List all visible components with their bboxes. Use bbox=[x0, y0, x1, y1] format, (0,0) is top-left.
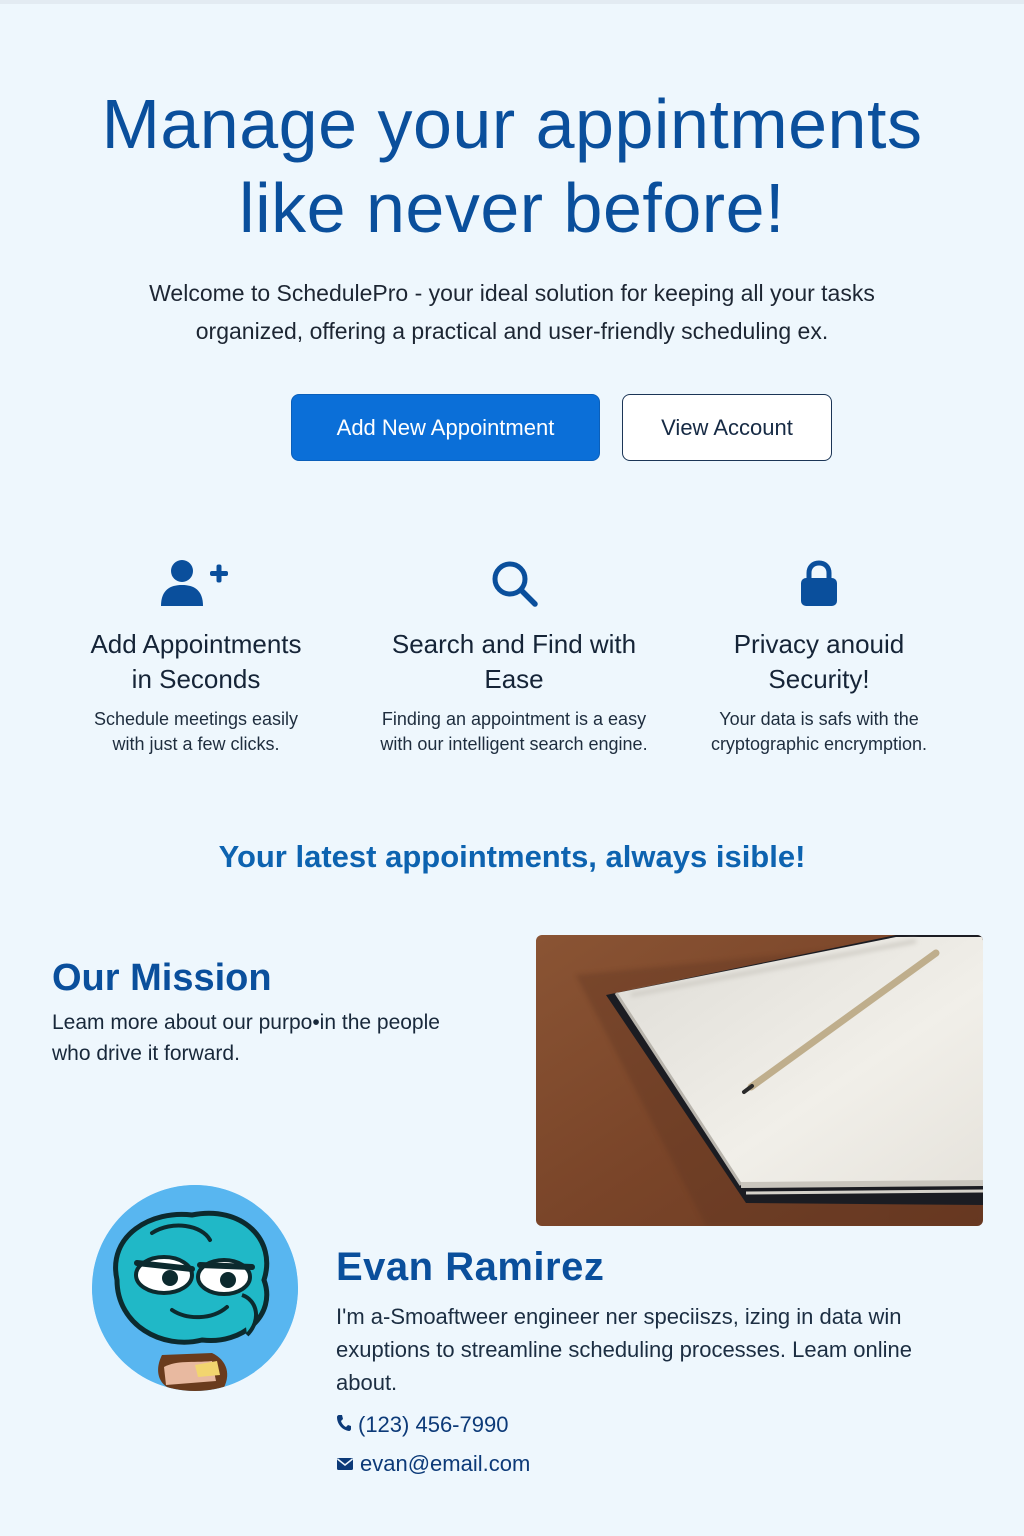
mission-text-line2: who drive it forward. bbox=[52, 1042, 240, 1065]
add-appointment-button[interactable]: Add New Appointment bbox=[291, 394, 600, 461]
phone-number: (123) 456-7990 bbox=[358, 1412, 509, 1437]
email-address: evan@email.com bbox=[360, 1451, 531, 1476]
avatar bbox=[92, 1185, 298, 1391]
hero-title: Manage your appintments like never befor… bbox=[0, 82, 1024, 250]
latest-appointments-heading: Your latest appointments, always isible! bbox=[218, 839, 806, 874]
user-plus-icon bbox=[46, 555, 346, 611]
feature-title-line2: Ease bbox=[484, 664, 544, 694]
feature-search: Search and Find with Ease Finding an app… bbox=[364, 555, 664, 757]
feature-add-appointments: Add Appointments in Seconds Schedule mee… bbox=[46, 555, 346, 757]
hero-subtitle-line1: Welcome to SchedulePro - your ideal solu… bbox=[149, 280, 875, 306]
email-link[interactable]: evan@email.com bbox=[336, 1449, 530, 1479]
hero-subtitle-line2: organized, offering a practical and user… bbox=[195, 318, 829, 344]
mission-text-line1: Leam more about our purpo•in the people bbox=[52, 1011, 440, 1034]
phone-link[interactable]: (123) 456-7990 bbox=[336, 1410, 508, 1440]
feature-title-line2: Security! bbox=[768, 664, 870, 694]
person-bio-line2: exuptions to streamline scheduling proce… bbox=[336, 1337, 912, 1362]
feature-text-line1: Finding an appointment is a easy bbox=[381, 709, 647, 729]
feature-text-line1: Schedule meetings easily bbox=[93, 709, 299, 729]
feature-text: Schedule meetings easily with just a few… bbox=[46, 707, 346, 757]
notebook-photo bbox=[536, 935, 983, 1226]
feature-title: Add Appointments in Seconds bbox=[46, 627, 346, 697]
search-icon bbox=[364, 555, 664, 611]
mail-icon bbox=[336, 1449, 354, 1479]
phone-icon bbox=[336, 1410, 352, 1440]
lock-icon bbox=[669, 555, 969, 611]
person-bio: I'm a-Smoaftweer engineer ner speciiszs,… bbox=[336, 1300, 956, 1399]
feature-text-line2: with just a few clicks. bbox=[112, 734, 280, 754]
top-divider bbox=[0, 0, 1024, 4]
hero-title-line2: like never before! bbox=[239, 169, 785, 247]
feature-title-line1: Search and Find with bbox=[391, 629, 637, 659]
feature-title-line2: in Seconds bbox=[131, 664, 261, 694]
person-name: Evan Ramirez bbox=[336, 1245, 605, 1289]
feature-text-line2: cryptographic encrymption. bbox=[710, 734, 928, 754]
feature-title: Search and Find with Ease bbox=[364, 627, 664, 697]
feature-text-line2: with our intelligent search engine. bbox=[380, 734, 648, 754]
feature-title: Privacy anouid Security! bbox=[669, 627, 969, 697]
feature-text-line1: Your data is safs with the bbox=[719, 709, 919, 729]
feature-privacy: Privacy anouid Security! Your data is sa… bbox=[669, 555, 969, 757]
feature-title-line1: Add Appointments bbox=[90, 629, 302, 659]
mission-text: Leam more about our purpo•in the people … bbox=[52, 1007, 502, 1069]
hero-subtitle: Welcome to SchedulePro - your ideal solu… bbox=[112, 274, 912, 350]
hero-title-line1: Manage your appintments bbox=[101, 85, 923, 163]
mission-title: Our Mission bbox=[52, 957, 272, 999]
feature-title-line1: Privacy anouid bbox=[733, 629, 905, 659]
view-account-button[interactable]: View Account bbox=[622, 394, 832, 461]
person-bio-line3: about. bbox=[336, 1370, 398, 1395]
person-bio-line1: I'm a-Smoaftweer engineer ner speciiszs,… bbox=[336, 1304, 902, 1329]
feature-text: Finding an appointment is a easy with ou… bbox=[364, 707, 664, 757]
feature-text: Your data is safs with the cryptographic… bbox=[669, 707, 969, 757]
